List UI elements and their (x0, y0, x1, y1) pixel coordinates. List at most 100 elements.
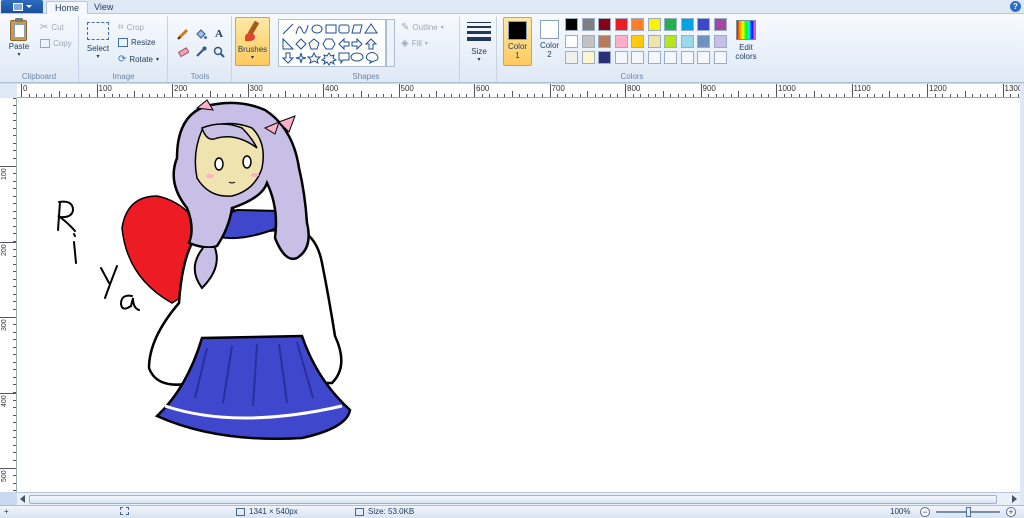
zoom-slider-thumb[interactable] (966, 507, 971, 517)
palette-swatch[interactable] (631, 18, 644, 31)
copy-label: Copy (53, 39, 72, 48)
ruler-minor-tick (511, 91, 513, 97)
ruler-minor-tick (557, 94, 559, 97)
ruler-minor-tick (13, 422, 16, 424)
color2-button[interactable]: Color 2 (535, 17, 564, 66)
ruler-minor-tick (292, 94, 294, 97)
palette-swatch[interactable] (598, 18, 611, 31)
ruler-minor-tick (564, 94, 566, 97)
palette-swatch[interactable] (565, 18, 578, 31)
palette-swatch[interactable] (664, 18, 677, 31)
palette-swatch[interactable] (713, 51, 727, 64)
zoom-out-icon[interactable]: − (920, 507, 930, 517)
tab-home[interactable]: Home (46, 1, 89, 14)
palette-swatch[interactable] (581, 18, 595, 31)
fill-label: Fill (411, 39, 422, 48)
palette-swatch[interactable] (565, 51, 578, 64)
dimensions-readout: 1341 × 540px (236, 507, 298, 516)
ruler-minor-tick (798, 94, 800, 97)
palette-swatch[interactable] (680, 51, 694, 64)
horizontal-scroll-thumb[interactable] (29, 495, 997, 504)
ruler-minor-tick (224, 94, 226, 97)
eraser-icon[interactable] (175, 44, 191, 59)
palette-swatch[interactable] (647, 51, 661, 64)
text-tool-icon[interactable]: A (211, 26, 227, 41)
magnifier-icon[interactable] (211, 44, 227, 59)
cut-button[interactable]: ✂ Cut (40, 22, 64, 33)
tools-group: A Tools (169, 16, 232, 82)
palette-swatch[interactable] (565, 34, 578, 48)
ruler-minor-tick (13, 233, 16, 235)
ruler-minor-tick (13, 475, 16, 477)
ruler-minor-tick (13, 467, 16, 469)
palette-swatch[interactable] (664, 34, 677, 48)
ruler-minor-tick (13, 241, 16, 242)
resize-icon (118, 38, 128, 47)
vertical-scrollbar[interactable] (1020, 84, 1024, 505)
ruler-minor-tick (458, 94, 460, 97)
palette-swatch[interactable] (680, 34, 694, 48)
palette-swatch[interactable] (581, 34, 595, 48)
dimensions-text: 1341 × 540px (249, 507, 298, 516)
ruler-minor-tick (13, 331, 16, 333)
ruler-minor-tick (662, 91, 664, 97)
ruler-minor-tick (338, 94, 340, 97)
color1-button[interactable]: Color 1 (503, 17, 532, 66)
palette-swatch[interactable] (680, 18, 694, 31)
ruler-minor-tick (979, 94, 981, 97)
shapes-gallery-scroll[interactable] (386, 19, 395, 67)
ruler-minor-tick (104, 94, 106, 97)
palette-swatch[interactable] (598, 34, 611, 48)
horizontal-scrollbar[interactable] (17, 492, 1020, 505)
pencil-icon[interactable] (175, 26, 191, 41)
edit-colors-button[interactable]: Edit colors (732, 18, 760, 61)
palette-swatch[interactable] (697, 51, 710, 64)
resize-button[interactable]: Resize (118, 38, 155, 47)
palette-swatch[interactable] (631, 34, 644, 48)
crop-button[interactable]: ⌗ Crop (118, 22, 144, 33)
help-icon[interactable]: ? (1010, 1, 1021, 12)
ruler-minor-tick (13, 482, 16, 484)
ruler-minor-tick (13, 316, 16, 318)
palette-swatch[interactable] (697, 34, 710, 48)
copy-button[interactable]: Copy (40, 39, 72, 48)
scroll-left-arrow-icon[interactable] (20, 495, 25, 503)
palette-swatch[interactable] (631, 51, 644, 64)
palette-swatch[interactable] (614, 34, 628, 48)
zoom-in-icon[interactable]: + (1006, 507, 1016, 517)
shapes-gallery[interactable] (278, 19, 386, 67)
brushes-label: Brushes (237, 45, 268, 54)
paint-menu-button[interactable] (1, 0, 43, 13)
drawing-canvas[interactable] (17, 98, 1020, 492)
ruler-minor-tick (164, 94, 166, 97)
select-button[interactable]: Select ▾ (83, 22, 113, 60)
palette-swatch[interactable] (697, 18, 710, 31)
ruler-minor-tick (670, 94, 672, 97)
outline-button[interactable]: ✎ Outline ▾ (401, 22, 444, 33)
color-picker-icon[interactable] (193, 44, 209, 59)
palette-swatch[interactable] (664, 51, 677, 64)
palette-swatch[interactable] (713, 34, 727, 48)
fill-bucket-icon[interactable] (193, 26, 209, 41)
palette-swatch[interactable] (713, 18, 727, 31)
ruler-minor-tick (13, 444, 16, 446)
ruler-minor-tick (13, 414, 16, 416)
palette-swatch[interactable] (598, 51, 611, 64)
ruler-minor-tick (13, 203, 16, 205)
palette-swatch[interactable] (614, 51, 628, 64)
size-button[interactable]: Size ▾ (464, 18, 494, 63)
ruler-minor-tick (13, 256, 16, 258)
palette-swatch[interactable] (647, 18, 661, 31)
ruler-minor-tick (13, 195, 16, 197)
fill-button[interactable]: ◈ Fill ▾ (401, 38, 428, 49)
palette-swatch[interactable] (647, 34, 661, 48)
palette-swatch[interactable] (614, 18, 628, 31)
ruler-minor-tick (843, 94, 845, 97)
scroll-right-arrow-icon[interactable] (1012, 495, 1017, 503)
palette-swatch[interactable] (581, 51, 595, 64)
tab-view[interactable]: View (86, 1, 121, 14)
brushes-button[interactable]: Brushes ▾ (235, 17, 270, 66)
rotate-button[interactable]: ⟳ Rotate ▾ (118, 54, 159, 65)
paste-button[interactable]: Paste ▾ (3, 18, 35, 58)
paste-icon (9, 18, 29, 42)
